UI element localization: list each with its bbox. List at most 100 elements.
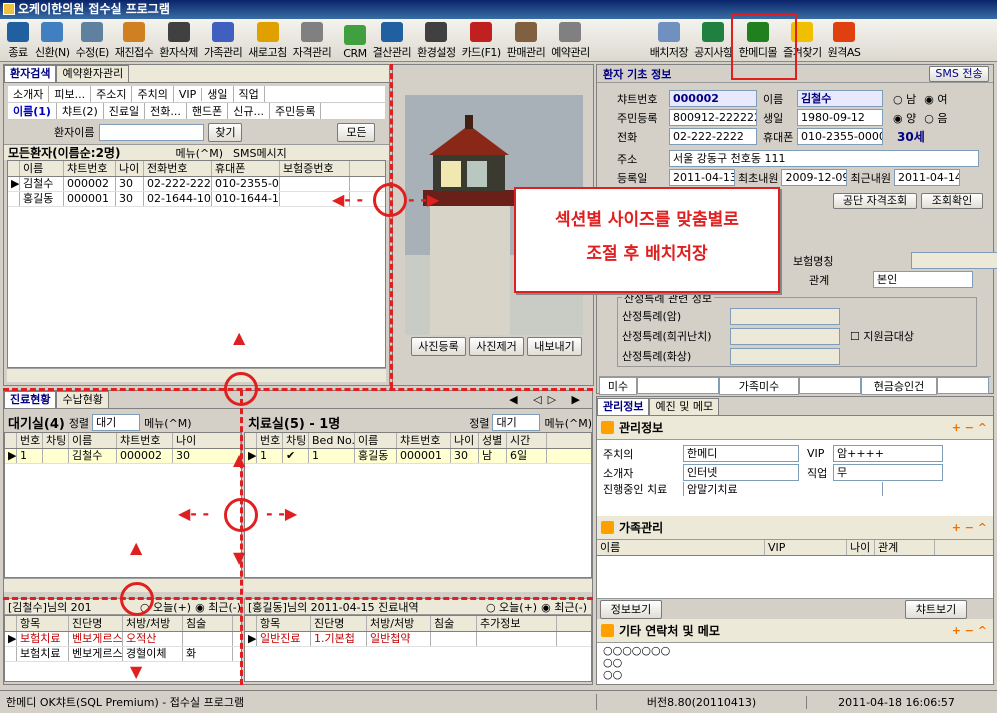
tab-payment-status[interactable]: 수납현황 (56, 391, 109, 408)
toolbar-calendar-button[interactable]: 예약관리 (548, 19, 592, 60)
column-header[interactable]: 챠트번호 (117, 433, 173, 448)
toolbar-exit-button[interactable]: 종료 (4, 19, 32, 60)
menu-button[interactable]: 메뉴(^M) (175, 145, 223, 161)
column-header[interactable]: 관계 (875, 540, 935, 555)
history-right-today-radio[interactable]: ○ 오늘(+) (486, 599, 537, 615)
photo-register-button[interactable]: 사진등록 (411, 337, 466, 356)
column-header[interactable]: 번호 (17, 433, 43, 448)
table-row[interactable]: 홍길동 000001 30 02-1644-10 010-1644-10 (8, 192, 385, 207)
name-field[interactable]: 김철수 (797, 90, 883, 107)
resize-handle-3[interactable] (224, 498, 258, 532)
filter-option[interactable]: 신규... (228, 103, 270, 119)
table-row[interactable]: ▶ 일반진료 1.기본첩 일반첩약 (245, 632, 591, 647)
chart-view-button[interactable]: 챠트보기 (905, 599, 967, 619)
memo-toolbar-icons[interactable]: + − ^ (952, 619, 987, 643)
column-header[interactable]: 챠트번호 (397, 433, 451, 448)
filter-option[interactable]: 주소지 (91, 86, 133, 102)
filter-option[interactable]: 주치의 (132, 86, 174, 102)
filter-option[interactable]: 이름(1) (8, 103, 57, 119)
filter-option[interactable]: 핸드폰 (187, 103, 229, 119)
history-right-recent-radio[interactable]: ◉ 최근(-) (541, 599, 587, 615)
toolbar-card-button[interactable]: 카드(F1) (459, 19, 504, 60)
column-header[interactable]: VIP (765, 540, 847, 555)
patient-name-input[interactable] (99, 123, 205, 141)
filter-option[interactable]: 직업 (234, 86, 265, 102)
column-header[interactable]: 나이 (847, 540, 875, 555)
column-header[interactable]: 챠트번호 (64, 161, 116, 176)
horizontal-scrollbar[interactable] (7, 368, 386, 382)
filter-option[interactable]: 주민등록 (270, 103, 322, 119)
resize-handle-2[interactable] (224, 372, 258, 406)
column-header[interactable]: 보험증번호 (280, 161, 350, 176)
treatment-scrollbar[interactable] (244, 578, 592, 592)
column-header[interactable]: 차팅 (43, 433, 69, 448)
column-header[interactable]: 진단명 (311, 616, 367, 631)
doctor-select[interactable]: 한메디 (683, 445, 799, 462)
toolbar-revisit-button[interactable]: 재진접수 (112, 19, 156, 60)
waiting-menu-button[interactable]: 메뉴(^M) (144, 415, 192, 431)
gender-female-radio[interactable]: ◉ 여 (924, 91, 947, 107)
filter-option[interactable]: 생일 (202, 86, 234, 102)
column-header[interactable]: 추가정보 (477, 616, 557, 631)
table-row[interactable]: ▶ 김철수 000002 30 02-222-2222 010-2355-00 (8, 177, 385, 192)
toolbar-settlement-button[interactable]: 결산관리 (370, 19, 414, 60)
special-burn-field[interactable] (730, 347, 840, 365)
column-header[interactable]: 시간 (507, 433, 547, 448)
toolbar-refresh-button[interactable]: 새로고침 (245, 19, 289, 60)
info-view-button[interactable]: 정보보기 (600, 599, 662, 619)
column-header[interactable]: 나이 (451, 433, 479, 448)
column-header[interactable]: 처방/처방 (123, 616, 183, 631)
phone-field[interactable]: 02-222-2222 (669, 128, 757, 145)
all-button[interactable]: 모든 (337, 122, 376, 142)
query-confirm-button[interactable]: 조회확인 (921, 193, 983, 209)
table-row[interactable]: 보험치료 벤보게르스 경혈이체 화 (5, 647, 241, 662)
tab-reservation[interactable]: 예약환자관리 (56, 65, 130, 82)
treatment-menu-button[interactable]: 메뉴(^M) (544, 415, 592, 431)
resize-handle-4[interactable] (120, 582, 154, 616)
column-header[interactable]: 전화번호 (144, 161, 212, 176)
last-visit-field[interactable]: 2011-04-14 (893, 169, 960, 186)
tab-memo[interactable]: 예진 및 메모 (649, 397, 720, 415)
column-header[interactable]: 항목 (17, 616, 69, 631)
birth-field[interactable]: 1980-09-12 (797, 109, 883, 126)
toolbar-edit-button[interactable]: 수정(E) (73, 19, 112, 60)
address-field[interactable]: 서울 강동구 천호동 111 (669, 150, 979, 167)
toolbar-layout-save-button[interactable]: 배치저장 (647, 19, 691, 60)
toolbar-sales-button[interactable]: 판매관리 (504, 19, 548, 60)
sms-send-button[interactable]: SMS 전송 (929, 65, 989, 82)
special-rare-field[interactable] (730, 327, 840, 345)
filter-option[interactable]: 챠트(2) (57, 103, 104, 119)
special-cancer-field[interactable] (730, 307, 840, 325)
insurance-name-field[interactable] (911, 252, 997, 269)
waiting-sort-select[interactable]: 대기 (92, 414, 141, 431)
table-row[interactable]: ▶ 1 ✔ 1 홍길동 000001 30 남 6일 (245, 449, 591, 464)
filter-option[interactable]: 전화... (145, 103, 187, 119)
column-header[interactable]: 이름 (69, 433, 117, 448)
vip-select[interactable]: 암++++ (833, 445, 943, 462)
table-row[interactable]: ▶ 1 김철수 000002 30 (5, 449, 241, 464)
solar-radio[interactable]: ◉ 양 (893, 110, 916, 126)
filter-option[interactable]: 피보... (49, 86, 92, 102)
referrer-select[interactable]: 인터넷 (683, 464, 799, 481)
column-header[interactable]: 항목 (257, 616, 311, 631)
mobile-field[interactable]: 010-2355-0000 (797, 128, 883, 145)
relation-field[interactable]: 본인 (873, 271, 973, 288)
column-header[interactable]: 나이 (173, 433, 241, 448)
reg-date-field[interactable]: 2011-04-13 (669, 169, 735, 186)
extra-field[interactable]: 암말기치료 (683, 482, 883, 496)
search-button[interactable]: 찾기 (208, 122, 243, 142)
toolbar-new-patient-button[interactable]: 신환(N) (32, 19, 73, 60)
sms-button[interactable]: SMS메시지 (233, 145, 287, 161)
column-header[interactable]: 차팅 (283, 433, 309, 448)
nav-arrows[interactable]: ◀ ◁▷ ▶ (509, 393, 586, 406)
family-toolbar-icons[interactable]: + − ^ (952, 516, 987, 540)
column-header[interactable]: 진단명 (69, 616, 123, 631)
filter-option[interactable]: VIP (174, 87, 203, 101)
rrn-field[interactable]: 800912-2222222 (669, 109, 757, 126)
memo-content[interactable]: ○○○○○○○ ○○ ○○ (597, 643, 993, 683)
photo-export-button[interactable]: 내보내기 (527, 337, 582, 356)
filter-option[interactable]: 소개자 (8, 86, 50, 102)
filter-option[interactable]: 진료일 (104, 103, 146, 119)
column-header[interactable]: 이름 (20, 161, 64, 176)
resize-handle-1[interactable] (373, 183, 407, 217)
